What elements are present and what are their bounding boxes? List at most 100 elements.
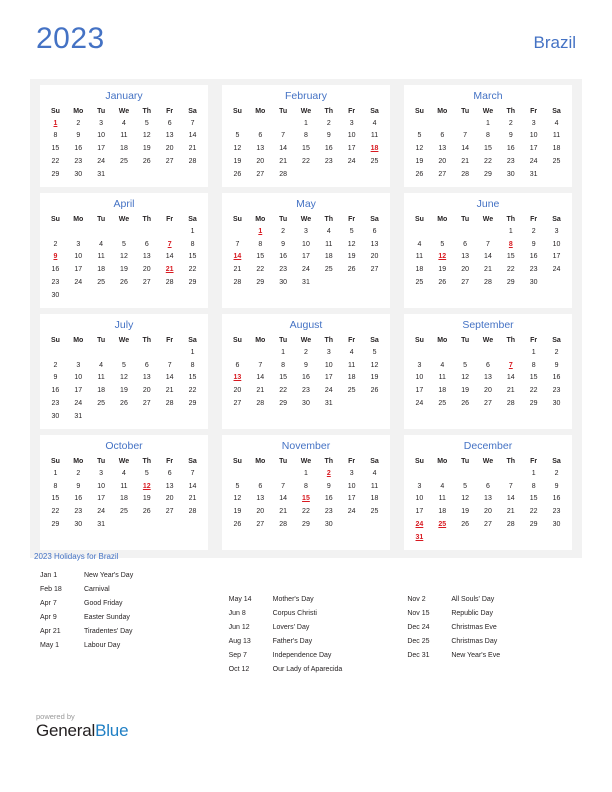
day-cell: 8 [531, 482, 536, 490]
month-name: May [296, 198, 316, 211]
weekday-header-sa: Sa [188, 336, 197, 344]
day-cell: 11 [120, 132, 128, 140]
day-cell: 3 [349, 119, 354, 127]
day-cell: 19 [120, 266, 128, 274]
day-cell: 21 [188, 145, 197, 153]
holiday-date: Dec 31 [407, 651, 430, 659]
day-cell: 22 [256, 266, 265, 274]
weekday-header-mo: Mo [255, 107, 266, 115]
day-cell: 25 [370, 157, 379, 165]
day-cell: 27 [165, 508, 174, 516]
week-row: 3 4 5 6 7 8 9 [408, 480, 568, 493]
day-cell: 26 [233, 170, 242, 178]
day-cell: 13 [256, 495, 265, 503]
week-row: 1 2 3 4 5 6 [226, 225, 386, 238]
year-title: 2023 [36, 22, 105, 55]
week-row: 10 11 12 13 14 15 16 [408, 372, 568, 385]
day-cell-empty [340, 168, 363, 181]
day-cell: 16 [529, 253, 538, 261]
day-cell: 9 [554, 482, 559, 490]
day-cell: 10 [347, 482, 356, 490]
day-cell-empty [454, 531, 477, 544]
day-cell: 16 [324, 145, 333, 153]
month-table: Su Mo Tu We Th Fr Sa 1 2 3 4 5 6 7 8 9 10 11 12 13 14 15 16 17 1… [226, 457, 386, 532]
weekday-header-th: Th [506, 107, 516, 115]
day-cell: 7 [235, 240, 240, 248]
day-cell: 19 [120, 387, 128, 395]
holiday-date: Apr 7 [40, 599, 57, 607]
day-cell: 7 [190, 119, 195, 127]
day-cell-holiday: 7 [508, 361, 513, 369]
weekday-header-th: Th [324, 336, 334, 344]
day-cell: 9 [554, 361, 559, 369]
weekday-header-th: Th [142, 215, 152, 223]
day-cell: 3 [326, 348, 331, 356]
weekday-header-mo: Mo [73, 457, 84, 465]
holiday-name: Father's Day [272, 637, 313, 645]
day-cell: 21 [484, 266, 492, 274]
week-row: 12 13 14 15 16 17 18 [408, 143, 568, 156]
day-cell: 12 [461, 495, 469, 503]
week-row: 12 13 14 15 16 17 18 [226, 493, 386, 506]
day-cell-empty [295, 168, 318, 181]
day-cell: 25 [97, 399, 105, 407]
weekday-header-mo: Mo [255, 215, 266, 223]
day-cell: 19 [461, 387, 469, 395]
day-cell: 17 [324, 374, 333, 382]
week-row: 16 17 18 19 20 21 22 [44, 385, 204, 398]
day-cell: 8 [281, 361, 286, 369]
day-cell: 12 [461, 374, 469, 382]
day-cell: 29 [188, 278, 197, 286]
day-cell: 16 [506, 145, 515, 153]
weekday-header-th: Th [324, 457, 334, 465]
holidays-columns: Jan 1 New Year's Day Feb 18 Carnival Apr 7 Go… [34, 572, 586, 680]
holiday-name: Mother's Day [272, 595, 314, 603]
day-cell-empty [317, 277, 340, 290]
day-cell: 26 [347, 266, 356, 274]
week-row: 10 11 12 13 14 15 16 [408, 493, 568, 506]
day-cell-empty [431, 346, 454, 359]
day-cell-empty [90, 289, 113, 302]
holiday-name: Good Friday [84, 599, 123, 607]
footer-branding: powered by GeneralBlue [36, 712, 129, 741]
day-cell-empty [135, 519, 158, 532]
day-cell-empty [454, 117, 477, 130]
day-cell: 13 [370, 240, 379, 248]
day-cell-empty [113, 519, 136, 532]
calendar-grid: January Su Mo Tu We Th Fr Sa 1 2 3 4 5 6 7 8 9 10 11 12 13 14… [30, 79, 582, 559]
day-cell: 4 [554, 119, 559, 127]
day-cell: 13 [256, 145, 265, 153]
day-cell: 28 [279, 170, 287, 178]
day-cell-empty [454, 346, 477, 359]
weekday-header-th: Th [506, 336, 516, 344]
day-cell: 25 [347, 387, 356, 395]
day-cell: 23 [74, 508, 83, 516]
day-cell: 16 [552, 495, 561, 503]
day-cell: 18 [97, 387, 105, 395]
day-cell: 24 [97, 508, 105, 516]
day-cell: 5 [122, 361, 126, 369]
weekday-header-tu: Tu [461, 215, 470, 223]
day-cell: 10 [74, 253, 83, 261]
day-cell: 6 [167, 119, 172, 127]
day-cell: 1 [531, 469, 536, 477]
day-cell: 9 [508, 132, 513, 140]
day-cell: 24 [347, 508, 356, 516]
month-name: June [476, 198, 500, 211]
weekday-header-mo: Mo [73, 215, 84, 223]
day-cell: 18 [324, 253, 333, 261]
holiday-date: Sep 7 [228, 651, 247, 659]
brand-blue-text: Blue [95, 721, 129, 740]
page-header: 2023 Brazil [0, 0, 612, 54]
day-cell: 14 [188, 482, 197, 490]
holiday-date: May 1 [40, 641, 60, 649]
weekday-header-row: Su Mo Tu We Th Fr Sa [44, 107, 204, 118]
week-row: 7 8 9 10 11 12 13 [226, 238, 386, 251]
week-row: 1 2 3 [408, 225, 568, 238]
weekday-header-we: We [300, 107, 312, 115]
day-cell-empty [90, 225, 113, 238]
weekday-header-row: Su Mo Tu We Th Fr Sa [226, 215, 386, 226]
week-row: 8 9 10 11 12 13 14 [44, 130, 204, 143]
day-cell: 17 [552, 253, 561, 261]
month-name: February [284, 90, 327, 102]
